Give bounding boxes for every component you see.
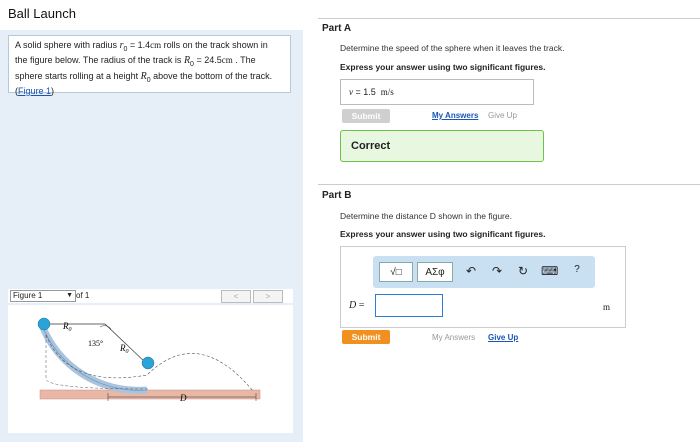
partA-prompt: Determine the speed of the sphere when i… xyxy=(340,43,565,53)
figure-select-value: Figure 1 xyxy=(13,291,43,300)
figure-1: R0 135° R0 D xyxy=(8,305,293,433)
partA-heading: Part A xyxy=(322,23,352,34)
problem-statement: A solid sphere with radius r0 = 1.4cm ro… xyxy=(8,35,291,96)
figure-count: of 1 xyxy=(76,291,90,300)
figure-link[interactable]: Figure 1 xyxy=(18,86,51,96)
partB-prompt: Determine the distance D shown in the fi… xyxy=(340,211,512,221)
help-icon[interactable]: ? xyxy=(569,264,585,275)
answer-equals: = xyxy=(353,87,364,97)
chevron-down-icon: ▼ xyxy=(66,292,73,299)
label-R0-top: R0 xyxy=(62,321,72,333)
page-title: Ball Launch xyxy=(8,6,76,21)
partA-answer: v = 1.5 m/s xyxy=(340,79,534,105)
problem-text: sphere starts rolling at a height xyxy=(15,70,141,81)
templates-button[interactable]: √□ xyxy=(379,262,413,282)
figure-navigation: Figure 1 ▼ of 1 < > xyxy=(8,289,293,303)
next-figure-button[interactable]: > xyxy=(253,290,283,303)
ball-start xyxy=(37,317,51,331)
unit-cm: cm xyxy=(221,55,233,66)
label-D: D xyxy=(179,393,187,403)
keyboard-icon[interactable]: ⌨ xyxy=(541,264,558,278)
figure-diagram: R0 135° R0 D xyxy=(37,317,261,403)
problem-text: rolls on the track shown in xyxy=(161,40,268,50)
problem-text: . The xyxy=(232,55,256,66)
symbols-button[interactable]: ΑΣφ xyxy=(417,262,453,282)
partB-instruction: Express your answer using two significan… xyxy=(340,229,546,239)
problem-text: A solid sphere with radius xyxy=(15,40,120,50)
unit-cm: cm xyxy=(150,40,162,50)
undo-icon[interactable]: ↶ xyxy=(463,264,479,278)
redo-icon[interactable]: ↷ xyxy=(489,264,505,278)
partB-unit: m xyxy=(603,302,611,312)
divider xyxy=(318,184,700,185)
problem-text: = 24.5 xyxy=(193,55,222,66)
partB-heading: Part B xyxy=(322,190,352,201)
floor xyxy=(39,389,261,400)
angle-label: 135° xyxy=(88,339,103,348)
partA-instruction: Express your answer using two significan… xyxy=(340,62,546,72)
partA-give-up-link: Give Up xyxy=(488,111,517,120)
prev-figure-button[interactable]: < xyxy=(221,290,251,303)
reset-icon[interactable]: ↻ xyxy=(515,264,531,278)
radius-line-mid xyxy=(104,323,148,365)
problem-text: the figure below. The radius of the trac… xyxy=(15,55,184,66)
partA-feedback: Correct xyxy=(340,130,544,162)
partB-variable-label: D = xyxy=(349,300,365,311)
answer-unit: m/s xyxy=(380,87,394,97)
problem-text: above the bottom of the track. xyxy=(150,70,273,81)
figure-select[interactable]: Figure 1 ▼ xyxy=(10,290,76,302)
ball-end xyxy=(141,356,155,370)
partB-submit-button[interactable]: Submit xyxy=(342,330,390,344)
partA-my-answers-link[interactable]: My Answers xyxy=(432,111,478,120)
partA-submit-button[interactable]: Submit xyxy=(342,109,390,123)
math-toolbar: √□ ΑΣφ ↶ ↷ ↻ ⌨ ? xyxy=(373,256,595,288)
answer-value: 1.5 xyxy=(363,87,376,97)
partB-give-up-link[interactable]: Give Up xyxy=(488,333,518,342)
partB-my-answers-link: My Answers xyxy=(432,333,476,342)
partB-answer-input[interactable] xyxy=(375,294,443,317)
problem-text: = 1.4 xyxy=(127,40,151,50)
divider xyxy=(318,18,700,19)
